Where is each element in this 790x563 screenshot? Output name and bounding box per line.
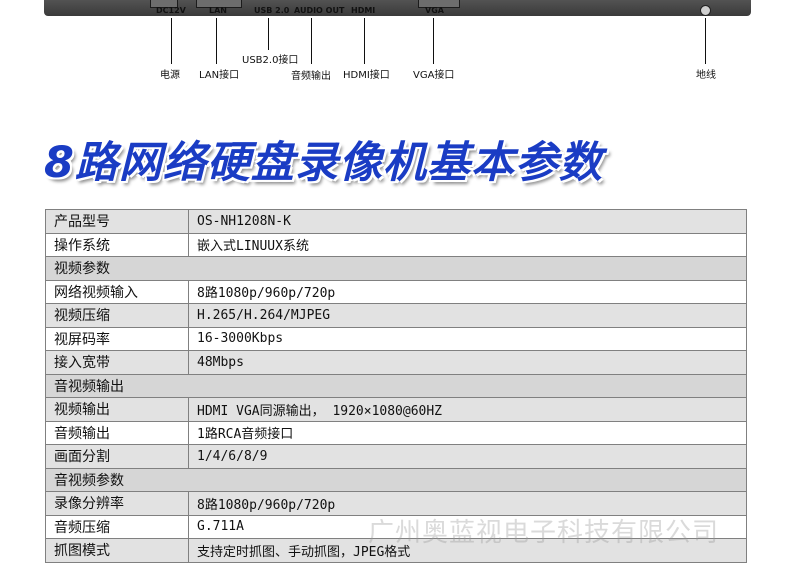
spec-key: 视屏码率 — [45, 326, 189, 351]
spec-key: 产品型号 — [45, 209, 189, 234]
spec-key: 网络视频输入 — [45, 279, 189, 304]
spec-row: 接入宽带 48Mbps — [45, 350, 747, 375]
spec-key: 视频输出 — [45, 397, 189, 422]
callout-vga: VGA接口 — [413, 70, 455, 81]
callout-lan: LAN接口 — [199, 70, 240, 81]
spec-value: 嵌入式LINUUX系统 — [188, 232, 747, 257]
spec-value: OS-NH1208N-K — [188, 209, 747, 234]
spec-value: HDMI VGA同源输出， 1920×1080@60HZ — [188, 397, 747, 422]
spec-row: 音频输出 1路RCA音频接口 — [45, 420, 747, 445]
spec-key: 接入宽带 — [45, 350, 189, 375]
spec-row: 操作系统 嵌入式LINUUX系统 — [45, 232, 747, 257]
spec-section-title: 音视频输出 — [45, 373, 747, 398]
spec-section-row: 音视频输出 — [45, 373, 747, 398]
spec-key: 操作系统 — [45, 232, 189, 257]
spec-table-body: 产品型号 OS-NH1208N-K 操作系统 嵌入式LINUUX系统 视频参数 网络视频输… — [45, 209, 747, 563]
port-label-hdmi: HDMI — [351, 6, 376, 15]
spec-section-title: 音视频参数 — [45, 467, 747, 492]
spec-row: 视频输出 HDMI VGA同源输出， 1920×1080@60HZ — [45, 397, 747, 422]
spec-row: 画面分割 1/4/6/8/9 — [45, 444, 747, 469]
spec-value: 16-3000Kbps — [188, 326, 747, 351]
spec-key: 视频压缩 — [45, 303, 189, 328]
device-rear-panel: DC12V LAN USB 2.0 AUDIO OUT HDMI VGA — [0, 0, 790, 24]
port-label-audio: AUDIO OUT — [294, 6, 345, 15]
callout-audio: 音频输出 — [291, 71, 331, 82]
callout-usb: USB2.0接口 — [242, 55, 299, 66]
company-watermark: 广州奥蓝视电子科技有限公司 — [368, 518, 720, 548]
spec-value: 1/4/6/8/9 — [188, 444, 747, 469]
spec-key: 音频输出 — [45, 420, 189, 445]
spec-row: 产品型号 OS-NH1208N-K — [45, 209, 747, 234]
leader-line — [311, 18, 312, 64]
spec-section-title: 视频参数 — [45, 256, 747, 281]
callout-ground: 地线 — [696, 70, 716, 81]
spec-row: 视频压缩 H.265/H.264/MJPEG — [45, 303, 747, 328]
spec-key: 音频压缩 — [45, 514, 189, 539]
port-label-usb: USB 2.0 — [254, 6, 290, 15]
spec-value: 1路RCA音频接口 — [188, 420, 747, 445]
spec-value: H.265/H.264/MJPEG — [188, 303, 747, 328]
port-label-dc: DC12V — [156, 6, 186, 15]
callout-hdmi: HDMI接口 — [343, 70, 390, 81]
callout-power: 电源 — [160, 70, 180, 81]
ground-screw-icon — [700, 5, 711, 16]
spec-section-row: 音视频参数 — [45, 467, 747, 492]
port-label-vga: VGA — [425, 6, 444, 15]
spec-value: 48Mbps — [188, 350, 747, 375]
spec-value: 8路1080p/960p/720p — [188, 279, 747, 304]
spec-table: 产品型号 OS-NH1208N-K 操作系统 嵌入式LINUUX系统 视频参数 网络视频输… — [45, 209, 747, 563]
port-label-lan: LAN — [209, 6, 227, 15]
spec-row: 网络视频输入 8路1080p/960p/720p — [45, 279, 747, 304]
spec-key: 录像分辨率 — [45, 491, 189, 516]
spec-key: 抓图模式 — [45, 538, 189, 563]
leader-line — [364, 18, 365, 64]
leader-line — [268, 18, 269, 50]
leader-line — [433, 18, 434, 64]
page-title: 8路网络硬盘录像机基本参数 — [44, 138, 603, 188]
leader-line — [705, 18, 706, 64]
leader-line — [171, 18, 172, 64]
spec-key: 画面分割 — [45, 444, 189, 469]
spec-section-row: 视频参数 — [45, 256, 747, 281]
spec-row: 视屏码率 16-3000Kbps — [45, 326, 747, 351]
leader-line — [216, 18, 217, 64]
